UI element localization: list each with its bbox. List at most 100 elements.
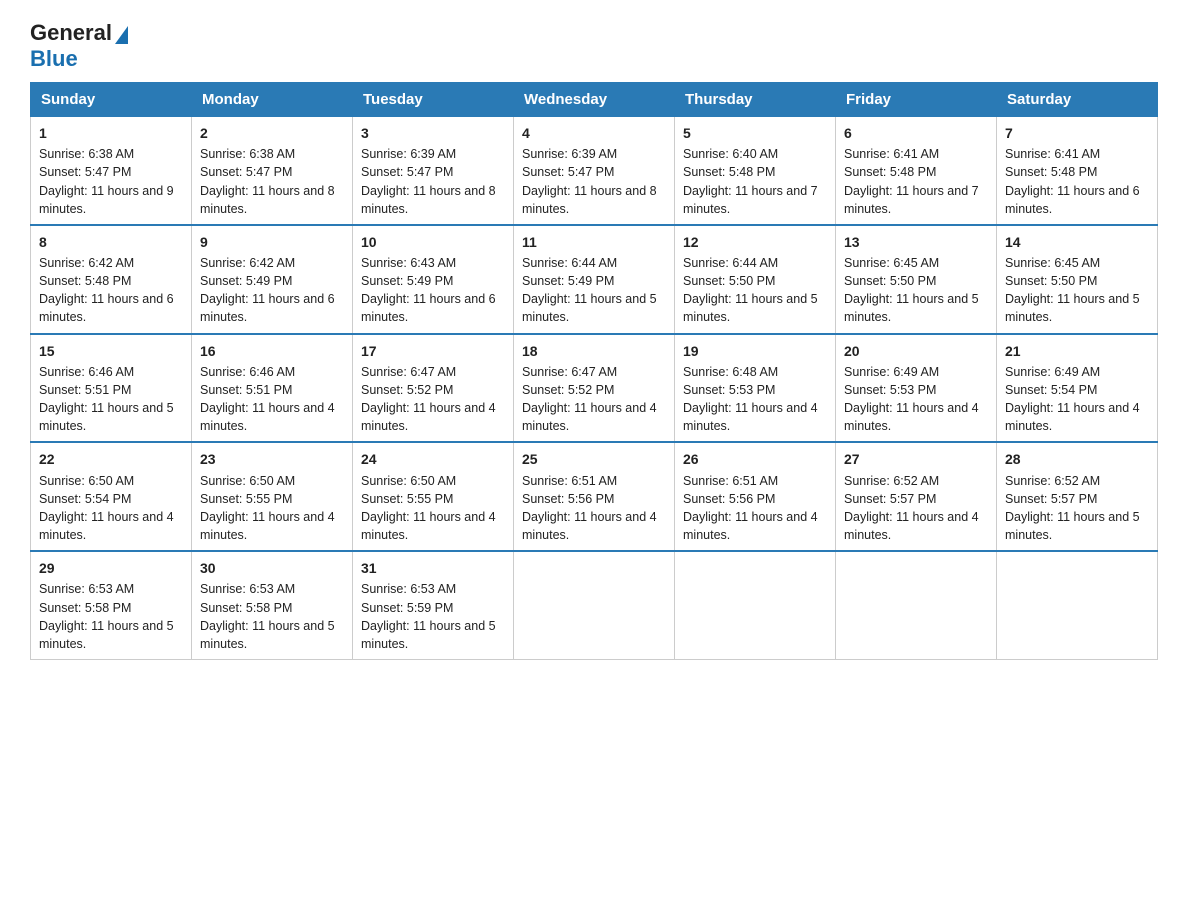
day-number: 18 bbox=[522, 341, 666, 361]
day-info: Sunrise: 6:47 AMSunset: 5:52 PMDaylight:… bbox=[361, 365, 496, 433]
calendar-cell: 14 Sunrise: 6:45 AMSunset: 5:50 PMDaylig… bbox=[997, 225, 1158, 334]
day-info: Sunrise: 6:40 AMSunset: 5:48 PMDaylight:… bbox=[683, 147, 818, 215]
page-header: General Blue bbox=[30, 20, 1158, 72]
calendar-cell bbox=[997, 551, 1158, 659]
calendar-cell: 30 Sunrise: 6:53 AMSunset: 5:58 PMDaylig… bbox=[192, 551, 353, 659]
day-info: Sunrise: 6:41 AMSunset: 5:48 PMDaylight:… bbox=[844, 147, 979, 215]
calendar-cell: 21 Sunrise: 6:49 AMSunset: 5:54 PMDaylig… bbox=[997, 334, 1158, 443]
day-number: 24 bbox=[361, 449, 505, 469]
day-info: Sunrise: 6:38 AMSunset: 5:47 PMDaylight:… bbox=[39, 147, 174, 215]
calendar-cell: 15 Sunrise: 6:46 AMSunset: 5:51 PMDaylig… bbox=[31, 334, 192, 443]
day-info: Sunrise: 6:52 AMSunset: 5:57 PMDaylight:… bbox=[1005, 474, 1140, 542]
day-info: Sunrise: 6:43 AMSunset: 5:49 PMDaylight:… bbox=[361, 256, 496, 324]
day-number: 23 bbox=[200, 449, 344, 469]
day-number: 13 bbox=[844, 232, 988, 252]
day-number: 29 bbox=[39, 558, 183, 578]
day-number: 28 bbox=[1005, 449, 1149, 469]
day-header-wednesday: Wednesday bbox=[514, 83, 675, 117]
day-info: Sunrise: 6:44 AMSunset: 5:50 PMDaylight:… bbox=[683, 256, 818, 324]
day-info: Sunrise: 6:51 AMSunset: 5:56 PMDaylight:… bbox=[683, 474, 818, 542]
logo: General Blue bbox=[30, 20, 128, 72]
day-number: 9 bbox=[200, 232, 344, 252]
calendar-cell: 13 Sunrise: 6:45 AMSunset: 5:50 PMDaylig… bbox=[836, 225, 997, 334]
calendar-cell: 19 Sunrise: 6:48 AMSunset: 5:53 PMDaylig… bbox=[675, 334, 836, 443]
calendar-cell: 25 Sunrise: 6:51 AMSunset: 5:56 PMDaylig… bbox=[514, 442, 675, 551]
day-info: Sunrise: 6:42 AMSunset: 5:48 PMDaylight:… bbox=[39, 256, 174, 324]
calendar-table: SundayMondayTuesdayWednesdayThursdayFrid… bbox=[30, 82, 1158, 660]
day-info: Sunrise: 6:45 AMSunset: 5:50 PMDaylight:… bbox=[844, 256, 979, 324]
calendar-cell: 11 Sunrise: 6:44 AMSunset: 5:49 PMDaylig… bbox=[514, 225, 675, 334]
day-info: Sunrise: 6:50 AMSunset: 5:54 PMDaylight:… bbox=[39, 474, 174, 542]
day-info: Sunrise: 6:53 AMSunset: 5:59 PMDaylight:… bbox=[361, 582, 496, 650]
calendar-cell bbox=[514, 551, 675, 659]
calendar-cell: 5 Sunrise: 6:40 AMSunset: 5:48 PMDayligh… bbox=[675, 117, 836, 225]
day-number: 31 bbox=[361, 558, 505, 578]
calendar-cell: 31 Sunrise: 6:53 AMSunset: 5:59 PMDaylig… bbox=[353, 551, 514, 659]
day-header-saturday: Saturday bbox=[997, 83, 1158, 117]
day-number: 10 bbox=[361, 232, 505, 252]
calendar-week-row: 15 Sunrise: 6:46 AMSunset: 5:51 PMDaylig… bbox=[31, 334, 1158, 443]
calendar-cell: 28 Sunrise: 6:52 AMSunset: 5:57 PMDaylig… bbox=[997, 442, 1158, 551]
day-number: 30 bbox=[200, 558, 344, 578]
day-info: Sunrise: 6:49 AMSunset: 5:53 PMDaylight:… bbox=[844, 365, 979, 433]
day-number: 21 bbox=[1005, 341, 1149, 361]
day-number: 14 bbox=[1005, 232, 1149, 252]
calendar-cell: 6 Sunrise: 6:41 AMSunset: 5:48 PMDayligh… bbox=[836, 117, 997, 225]
day-number: 15 bbox=[39, 341, 183, 361]
day-number: 16 bbox=[200, 341, 344, 361]
calendar-cell: 1 Sunrise: 6:38 AMSunset: 5:47 PMDayligh… bbox=[31, 117, 192, 225]
day-info: Sunrise: 6:47 AMSunset: 5:52 PMDaylight:… bbox=[522, 365, 657, 433]
day-number: 4 bbox=[522, 123, 666, 143]
day-info: Sunrise: 6:46 AMSunset: 5:51 PMDaylight:… bbox=[39, 365, 174, 433]
calendar-week-row: 29 Sunrise: 6:53 AMSunset: 5:58 PMDaylig… bbox=[31, 551, 1158, 659]
logo-blue: Blue bbox=[30, 46, 78, 71]
calendar-cell: 24 Sunrise: 6:50 AMSunset: 5:55 PMDaylig… bbox=[353, 442, 514, 551]
day-info: Sunrise: 6:45 AMSunset: 5:50 PMDaylight:… bbox=[1005, 256, 1140, 324]
day-number: 27 bbox=[844, 449, 988, 469]
day-info: Sunrise: 6:39 AMSunset: 5:47 PMDaylight:… bbox=[361, 147, 496, 215]
day-info: Sunrise: 6:52 AMSunset: 5:57 PMDaylight:… bbox=[844, 474, 979, 542]
day-number: 25 bbox=[522, 449, 666, 469]
day-number: 26 bbox=[683, 449, 827, 469]
day-number: 2 bbox=[200, 123, 344, 143]
day-number: 12 bbox=[683, 232, 827, 252]
day-number: 6 bbox=[844, 123, 988, 143]
calendar-cell: 12 Sunrise: 6:44 AMSunset: 5:50 PMDaylig… bbox=[675, 225, 836, 334]
day-info: Sunrise: 6:46 AMSunset: 5:51 PMDaylight:… bbox=[200, 365, 335, 433]
day-info: Sunrise: 6:53 AMSunset: 5:58 PMDaylight:… bbox=[200, 582, 335, 650]
day-number: 5 bbox=[683, 123, 827, 143]
calendar-week-row: 8 Sunrise: 6:42 AMSunset: 5:48 PMDayligh… bbox=[31, 225, 1158, 334]
calendar-cell: 3 Sunrise: 6:39 AMSunset: 5:47 PMDayligh… bbox=[353, 117, 514, 225]
calendar-cell: 2 Sunrise: 6:38 AMSunset: 5:47 PMDayligh… bbox=[192, 117, 353, 225]
calendar-cell: 10 Sunrise: 6:43 AMSunset: 5:49 PMDaylig… bbox=[353, 225, 514, 334]
day-number: 22 bbox=[39, 449, 183, 469]
calendar-cell bbox=[836, 551, 997, 659]
calendar-cell: 27 Sunrise: 6:52 AMSunset: 5:57 PMDaylig… bbox=[836, 442, 997, 551]
calendar-cell: 16 Sunrise: 6:46 AMSunset: 5:51 PMDaylig… bbox=[192, 334, 353, 443]
day-info: Sunrise: 6:49 AMSunset: 5:54 PMDaylight:… bbox=[1005, 365, 1140, 433]
calendar-cell: 22 Sunrise: 6:50 AMSunset: 5:54 PMDaylig… bbox=[31, 442, 192, 551]
day-info: Sunrise: 6:44 AMSunset: 5:49 PMDaylight:… bbox=[522, 256, 657, 324]
calendar-cell: 29 Sunrise: 6:53 AMSunset: 5:58 PMDaylig… bbox=[31, 551, 192, 659]
calendar-week-row: 22 Sunrise: 6:50 AMSunset: 5:54 PMDaylig… bbox=[31, 442, 1158, 551]
day-number: 7 bbox=[1005, 123, 1149, 143]
day-header-thursday: Thursday bbox=[675, 83, 836, 117]
calendar-cell: 4 Sunrise: 6:39 AMSunset: 5:47 PMDayligh… bbox=[514, 117, 675, 225]
day-info: Sunrise: 6:50 AMSunset: 5:55 PMDaylight:… bbox=[200, 474, 335, 542]
calendar-cell: 23 Sunrise: 6:50 AMSunset: 5:55 PMDaylig… bbox=[192, 442, 353, 551]
calendar-cell bbox=[675, 551, 836, 659]
day-header-monday: Monday bbox=[192, 83, 353, 117]
calendar-cell: 7 Sunrise: 6:41 AMSunset: 5:48 PMDayligh… bbox=[997, 117, 1158, 225]
day-info: Sunrise: 6:39 AMSunset: 5:47 PMDaylight:… bbox=[522, 147, 657, 215]
calendar-cell: 26 Sunrise: 6:51 AMSunset: 5:56 PMDaylig… bbox=[675, 442, 836, 551]
day-info: Sunrise: 6:38 AMSunset: 5:47 PMDaylight:… bbox=[200, 147, 335, 215]
day-info: Sunrise: 6:50 AMSunset: 5:55 PMDaylight:… bbox=[361, 474, 496, 542]
day-info: Sunrise: 6:48 AMSunset: 5:53 PMDaylight:… bbox=[683, 365, 818, 433]
day-info: Sunrise: 6:41 AMSunset: 5:48 PMDaylight:… bbox=[1005, 147, 1140, 215]
calendar-cell: 8 Sunrise: 6:42 AMSunset: 5:48 PMDayligh… bbox=[31, 225, 192, 334]
day-info: Sunrise: 6:42 AMSunset: 5:49 PMDaylight:… bbox=[200, 256, 335, 324]
calendar-cell: 20 Sunrise: 6:49 AMSunset: 5:53 PMDaylig… bbox=[836, 334, 997, 443]
day-number: 1 bbox=[39, 123, 183, 143]
day-header-tuesday: Tuesday bbox=[353, 83, 514, 117]
day-info: Sunrise: 6:51 AMSunset: 5:56 PMDaylight:… bbox=[522, 474, 657, 542]
